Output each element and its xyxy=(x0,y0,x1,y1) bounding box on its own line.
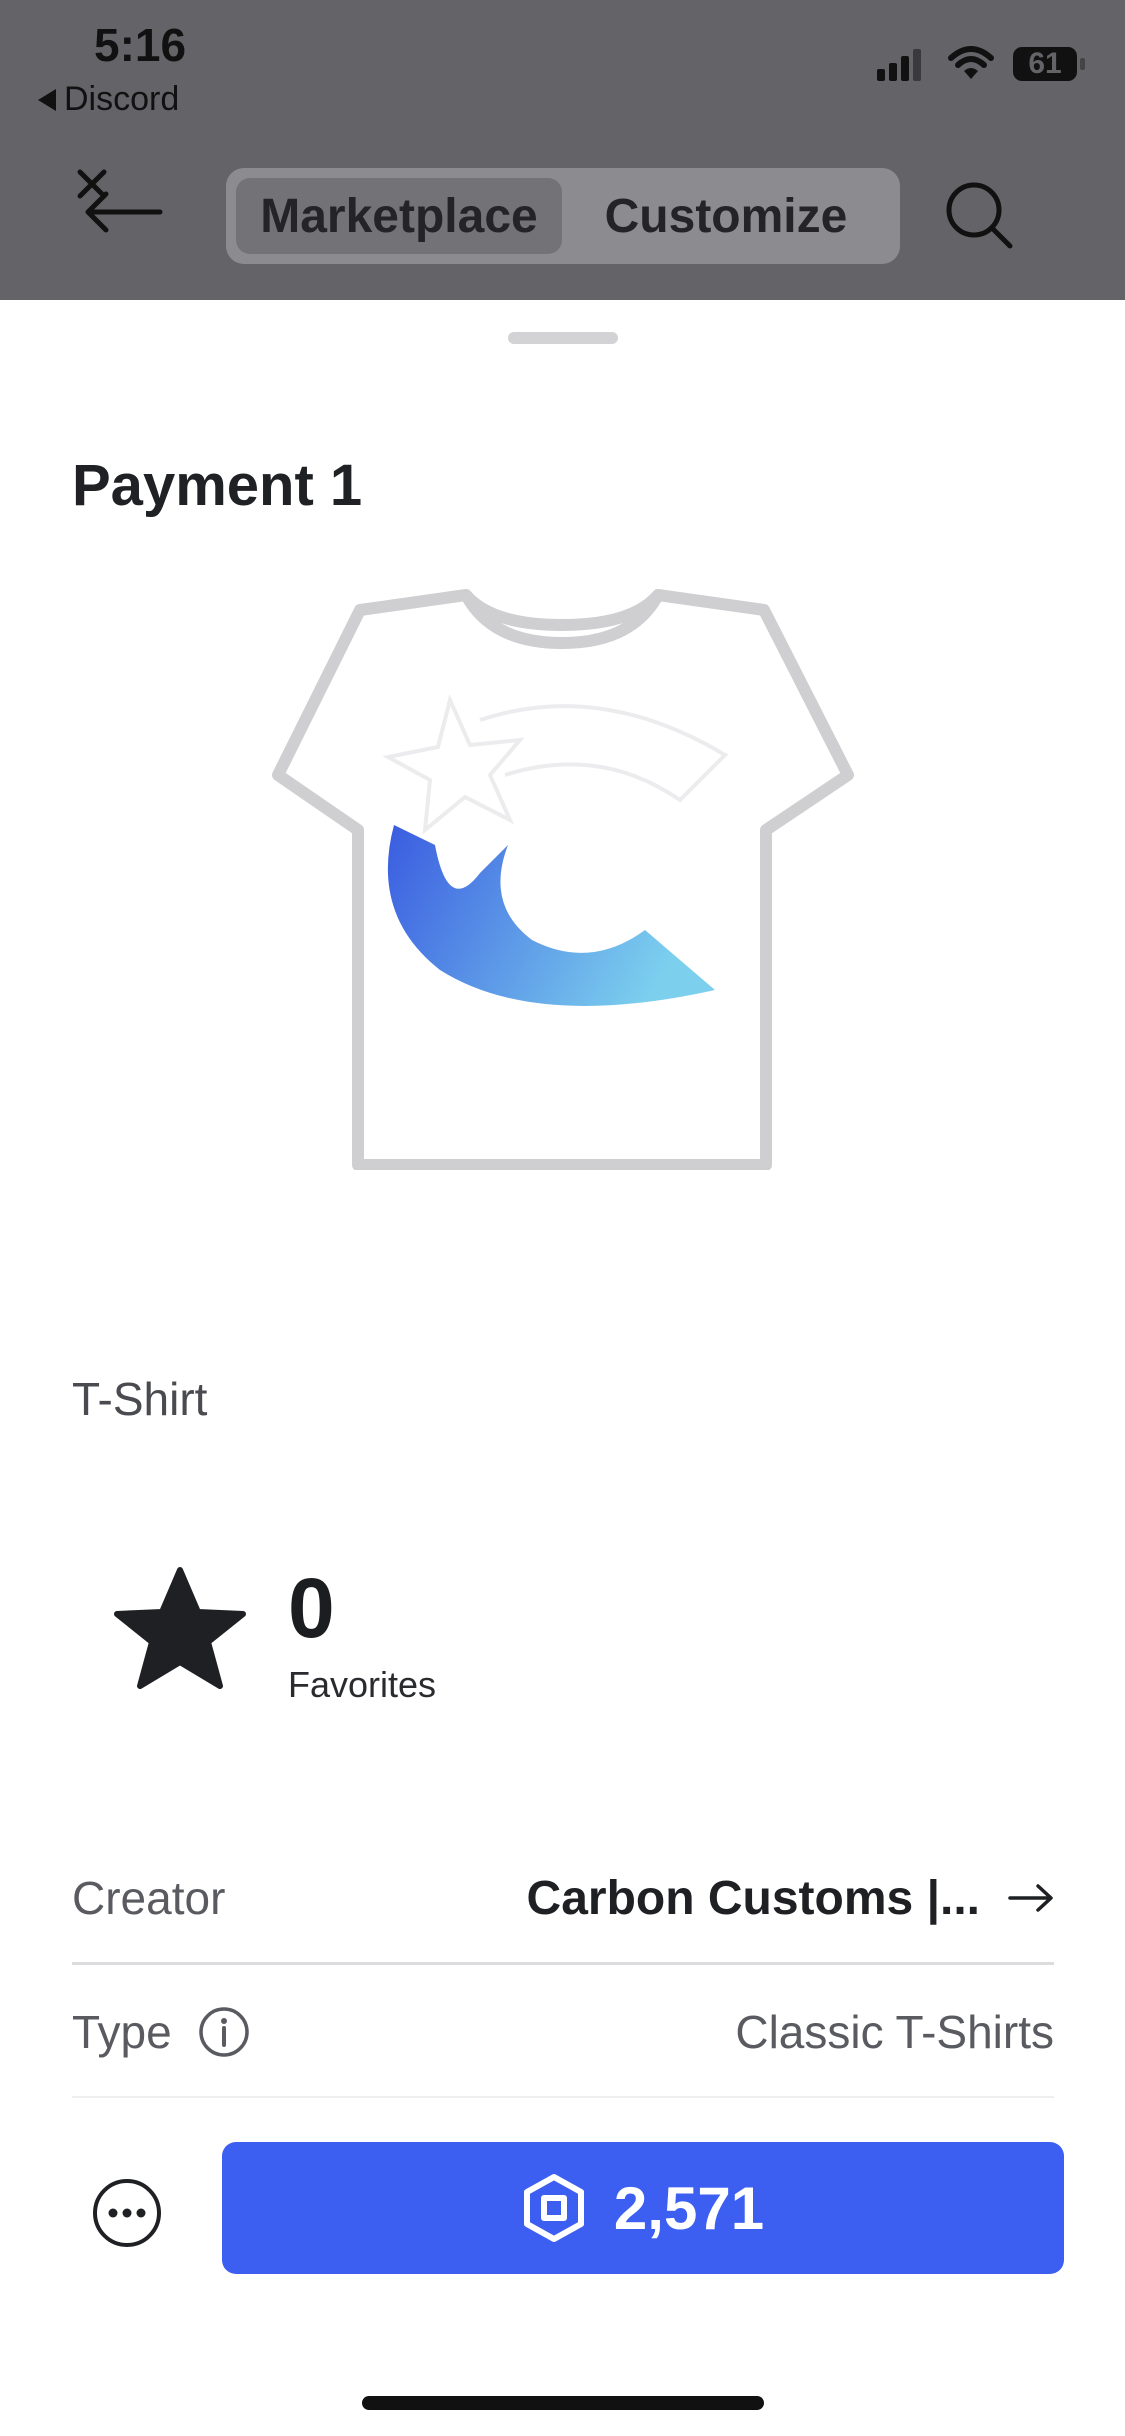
back-to-app-link[interactable]: Discord xyxy=(38,80,179,119)
item-thumbnail[interactable] xyxy=(270,585,855,1170)
more-options-icon[interactable] xyxy=(90,2176,164,2250)
tab-marketplace[interactable]: Marketplace xyxy=(236,178,562,254)
favorite-star-icon[interactable] xyxy=(112,1564,248,1694)
creator-label: Creator xyxy=(72,1872,226,1924)
item-category: T-Shirt xyxy=(72,1373,208,1425)
tshirt-outline-icon xyxy=(272,589,854,1170)
price-label: 2,571 xyxy=(613,2174,765,2242)
type-row: Type Classic T-Shirts xyxy=(72,1968,1054,2098)
robux-icon xyxy=(523,2174,584,2242)
type-label: Type xyxy=(72,2006,172,2058)
battery-icon: 61 xyxy=(1013,47,1085,81)
sheet-drag-handle[interactable] xyxy=(508,332,618,344)
back-app-label: Discord xyxy=(64,80,180,118)
close-back-icon[interactable] xyxy=(74,164,164,244)
search-icon[interactable] xyxy=(944,180,1016,252)
arrow-right-icon xyxy=(1008,1884,1053,1912)
buy-button[interactable]: 2,571 xyxy=(222,2142,1064,2274)
top-bar: 5:16 Discord 61 Marketplace Customize xyxy=(0,0,1125,300)
wifi-icon xyxy=(948,46,994,79)
favorites-label: Favorites xyxy=(288,1664,437,1705)
back-triangle-icon xyxy=(38,88,56,111)
info-icon[interactable] xyxy=(198,2006,250,2058)
cellular-signal-icon xyxy=(877,49,921,81)
creator-link[interactable]: Carbon Customs |... xyxy=(527,1871,1054,1926)
nav-segmented-control: Marketplace Customize xyxy=(226,168,900,264)
status-time: 5:16 xyxy=(94,19,187,71)
status-icons: 61 xyxy=(877,46,1085,82)
favorites-count: 0 xyxy=(288,1561,335,1655)
type-label-group: Type xyxy=(72,2005,250,2059)
type-value: Classic T-Shirts xyxy=(735,2006,1054,2058)
creator-name: Carbon Customs |... xyxy=(526,1871,980,1925)
home-indicator[interactable] xyxy=(362,2396,764,2410)
tab-customize[interactable]: Customize xyxy=(562,178,890,254)
item-title: Payment 1 xyxy=(72,453,363,518)
creator-row[interactable]: Creator Carbon Customs |... xyxy=(72,1834,1054,1965)
